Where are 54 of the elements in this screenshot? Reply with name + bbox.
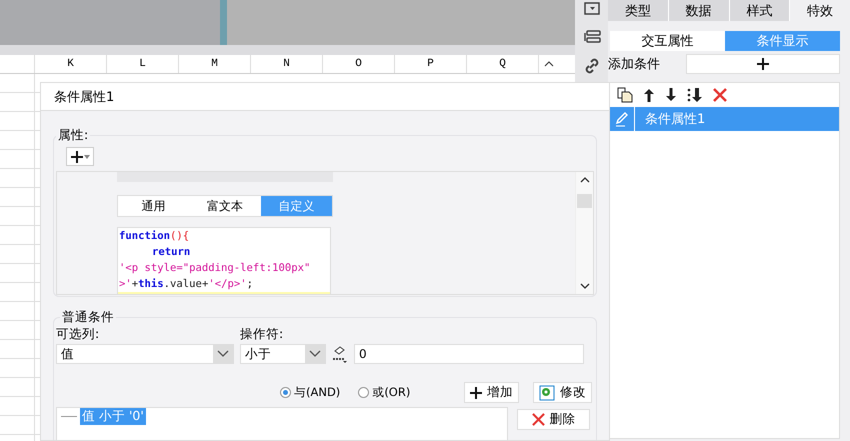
plus-icon [70, 150, 82, 162]
delete-button[interactable]: 删除 [517, 409, 590, 430]
column-header[interactable]: K [35, 55, 107, 73]
panel-tab[interactable]: 特效 [790, 0, 850, 21]
modify-button[interactable]: 修改 [533, 382, 592, 403]
add-property-button[interactable] [66, 147, 94, 166]
dialog-title: 条件属性1 [41, 83, 609, 111]
plus-icon [757, 58, 769, 70]
move-down-icon[interactable] [665, 88, 677, 102]
column-header[interactable]: N [251, 55, 323, 73]
edit-icon [614, 111, 630, 127]
column-header[interactable]: L [107, 55, 179, 73]
group-legend: 属性: [56, 127, 90, 144]
scroll-up-icon[interactable] [544, 61, 554, 67]
field-label: 可选列: [56, 326, 100, 340]
dropdown-box-icon[interactable] [584, 2, 600, 16]
add-condition-label: 添加条件 [608, 56, 661, 73]
join-radio[interactable]: 与(AND) [280, 385, 340, 400]
column-header[interactable]: Q [467, 55, 539, 73]
scroll-thumb[interactable] [577, 194, 592, 208]
code-line: >'+this.value+'</p>'; [118, 277, 254, 292]
code-editor[interactable]: function(){ return '<p style="padding-left:100px" >'+this.value+'</p>'; [117, 227, 331, 294]
operator-dropdown[interactable]: 小于 [240, 344, 326, 364]
scrollbar[interactable] [575, 172, 593, 294]
column-header[interactable]: O [323, 55, 395, 73]
code-line: '<p style="padding-left:100px" [118, 261, 312, 276]
join-radio[interactable]: 或(OR) [358, 385, 410, 400]
panel-tab[interactable]: 样式 [730, 0, 790, 21]
code-line: function(){ [118, 229, 190, 244]
code-line: return [151, 245, 192, 260]
column-header[interactable]: P [395, 55, 467, 73]
link-icon[interactable] [584, 58, 600, 74]
layout-icon[interactable] [582, 30, 600, 44]
value-type-icon[interactable] [332, 345, 348, 363]
plus-icon [470, 386, 482, 398]
move-up-icon[interactable] [643, 88, 655, 102]
column-dropdown[interactable]: 值 [56, 344, 234, 364]
field-label: 操作符: [240, 326, 284, 340]
chevron-down-icon [309, 350, 321, 358]
panel-tab[interactable]: 数据 [668, 0, 728, 21]
column-header[interactable]: M [179, 55, 251, 73]
chevron-down-icon [217, 350, 229, 358]
format-tab[interactable]: 富文本 [189, 196, 261, 216]
close-icon [532, 413, 544, 426]
panel-tab[interactable]: 类型 [608, 0, 668, 21]
move-bottom-icon[interactable] [687, 87, 703, 103]
mode-tab[interactable]: 交互属性 [610, 31, 725, 51]
add-button[interactable]: 增加 [464, 382, 519, 403]
caret-icon [84, 154, 90, 158]
format-tab[interactable]: 通用 [118, 196, 190, 216]
value-field[interactable]: 0 [354, 344, 584, 364]
copy-icon[interactable] [617, 87, 633, 103]
group-legend: 普通条件 [60, 309, 116, 326]
delete-icon[interactable] [713, 88, 727, 102]
